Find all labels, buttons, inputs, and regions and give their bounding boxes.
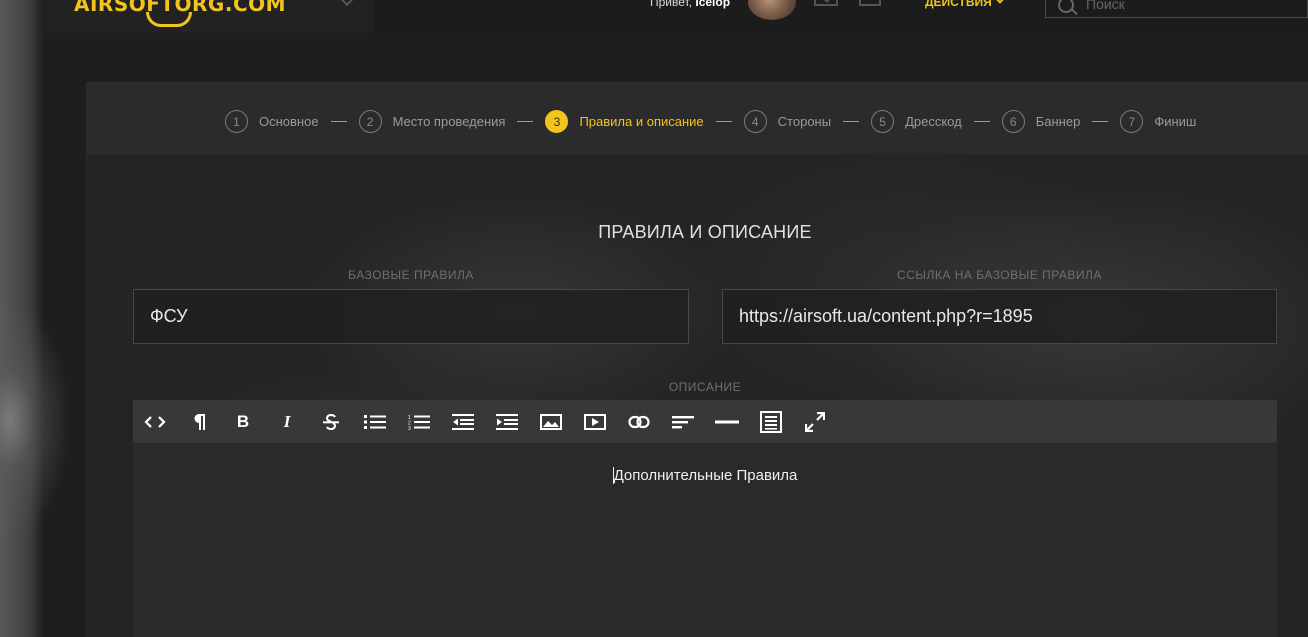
logo-smile-icon xyxy=(146,12,192,27)
step-number: 3 xyxy=(545,110,569,133)
code-icon[interactable] xyxy=(135,400,175,443)
chevron-down-icon xyxy=(994,0,1006,4)
notifications-icon[interactable] xyxy=(859,0,881,6)
search-box[interactable] xyxy=(1045,0,1308,18)
step-number: 5 xyxy=(871,110,895,133)
step-basic[interactable]: 1 Основное xyxy=(225,110,319,133)
horizontal-rule-icon[interactable] xyxy=(707,400,747,443)
top-bar: AIRSOFTORG.COM Привет, Icelop ДЕЙСТВИЯ xyxy=(44,0,1308,33)
page: AIRSOFTORG.COM Привет, Icelop ДЕЙСТВИЯ 1… xyxy=(0,0,1308,637)
actions-menu[interactable]: ДЕЙСТВИЯ xyxy=(925,0,1006,9)
step-dresscode[interactable]: 5 Дресскод xyxy=(871,110,962,133)
fullscreen-icon[interactable] xyxy=(795,400,835,443)
greeting: Привет, Icelop xyxy=(650,0,730,9)
indent-icon[interactable] xyxy=(487,400,527,443)
rules-link-input[interactable] xyxy=(722,289,1277,344)
step-rules[interactable]: 3 Правила и описание xyxy=(545,110,704,133)
step-label: Финиш xyxy=(1154,114,1197,129)
outdent-icon[interactable] xyxy=(443,400,483,443)
step-banner[interactable]: 6 Баннер xyxy=(1001,110,1081,133)
document-icon[interactable] xyxy=(751,400,791,443)
step-separator xyxy=(715,121,732,122)
step-label: Баннер xyxy=(1035,114,1081,129)
step-separator xyxy=(1092,121,1109,122)
unordered-list-icon[interactable] xyxy=(355,400,395,443)
step-separator xyxy=(973,121,990,122)
image-icon[interactable] xyxy=(531,400,571,443)
wizard-steps-bar: 1 Основное 2 Место проведения 3 Правила … xyxy=(87,82,1308,155)
step-number: 4 xyxy=(743,110,767,133)
content-panel: 1 Основное 2 Место проведения 3 Правила … xyxy=(86,82,1308,637)
description-text: Дополнительные Правила xyxy=(613,467,798,484)
step-label: Стороны xyxy=(777,114,832,129)
step-label: Основное xyxy=(259,114,319,129)
step-separator xyxy=(330,121,347,122)
step-label: Правила и описание xyxy=(579,114,704,129)
strikethrough-icon[interactable] xyxy=(311,400,351,443)
step-separator xyxy=(843,121,860,122)
step-separator xyxy=(517,121,534,122)
base-rules-label: БАЗОВЫЕ ПРАВИЛА xyxy=(348,268,474,282)
actions-label: ДЕЙСТВИЯ xyxy=(925,0,992,9)
search-icon[interactable] xyxy=(1058,0,1074,13)
step-number: 6 xyxy=(1001,110,1025,133)
video-icon[interactable] xyxy=(575,400,615,443)
step-sides[interactable]: 4 Стороны xyxy=(743,110,832,133)
rules-link-label: ССЫЛКА НА БАЗОВЫЕ ПРАВИЛА xyxy=(897,268,1102,282)
link-icon[interactable] xyxy=(619,400,659,443)
avatar[interactable] xyxy=(748,0,796,20)
step-number: 2 xyxy=(358,110,382,133)
italic-icon[interactable]: I xyxy=(267,400,307,443)
bold-icon[interactable]: B xyxy=(223,400,263,443)
mail-icon[interactable] xyxy=(814,0,838,6)
align-left-icon[interactable] xyxy=(663,400,703,443)
greeting-prefix: Привет, xyxy=(650,0,693,9)
step-label: Место проведения xyxy=(392,114,506,129)
step-number: 1 xyxy=(225,110,248,133)
step-location[interactable]: 2 Место проведения xyxy=(358,110,506,133)
editor-content[interactable]: Дополнительные Правила xyxy=(133,467,1277,484)
description-editor[interactable]: Дополнительные Правила xyxy=(133,443,1277,637)
wizard-steps: 1 Основное 2 Место проведения 3 Правила … xyxy=(225,110,1196,133)
section-title: ПРАВИЛА И ОПИСАНИЕ xyxy=(598,222,812,242)
paragraph-icon[interactable] xyxy=(179,400,219,443)
logo-block[interactable]: AIRSOFTORG.COM xyxy=(44,0,374,33)
svg-text:3: 3 xyxy=(408,426,411,430)
base-rules-input[interactable] xyxy=(133,289,689,344)
editor-toolbar: B I 123 xyxy=(133,400,1277,443)
step-finish[interactable]: 7 Финиш xyxy=(1120,110,1196,133)
chevron-down-icon[interactable] xyxy=(339,0,355,7)
step-label: Дресскод xyxy=(905,114,962,129)
username[interactable]: Icelop xyxy=(695,0,730,9)
description-label: ОПИСАНИЕ xyxy=(668,380,742,394)
ordered-list-icon[interactable]: 123 xyxy=(399,400,439,443)
search-input[interactable] xyxy=(1084,0,1288,13)
step-number: 7 xyxy=(1120,110,1144,133)
